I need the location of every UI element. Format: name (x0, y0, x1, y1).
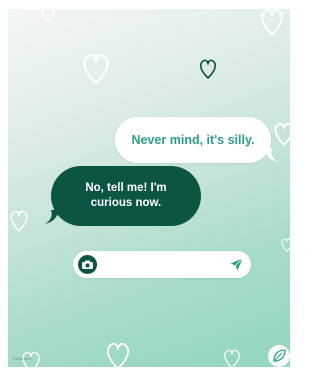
credit-text: ©2024 ACH (13, 357, 32, 361)
heart-icon (8, 204, 30, 238)
message-input[interactable] (101, 255, 225, 276)
heart-icon (198, 57, 218, 81)
heart-icon (272, 121, 290, 147)
heart-icon (280, 234, 290, 256)
heart-icon (258, 9, 286, 37)
brand-logo (268, 345, 290, 367)
heart-icon (40, 9, 56, 23)
incoming-message-bubble: No, tell me! I'm curious now. (45, 166, 201, 226)
heart-icon (222, 347, 242, 367)
heart-icon (104, 339, 132, 367)
outgoing-message-text: Never mind, it's silly. (131, 133, 255, 147)
send-arrow-icon[interactable] (230, 258, 243, 271)
incoming-message-text: No, tell me! I'm curious now. (85, 182, 167, 209)
camera-button[interactable] (78, 255, 97, 274)
message-composer (73, 251, 251, 278)
leaf-logo-icon (273, 349, 286, 362)
heart-icon (80, 49, 112, 89)
chat-canvas: Never mind, it's silly. No, tell me! I'm… (8, 9, 290, 367)
outgoing-message-bubble: Never mind, it's silly. (115, 117, 278, 163)
bubble-tail (45, 210, 59, 224)
camera-icon (82, 260, 93, 269)
bubble-tail (264, 148, 278, 162)
